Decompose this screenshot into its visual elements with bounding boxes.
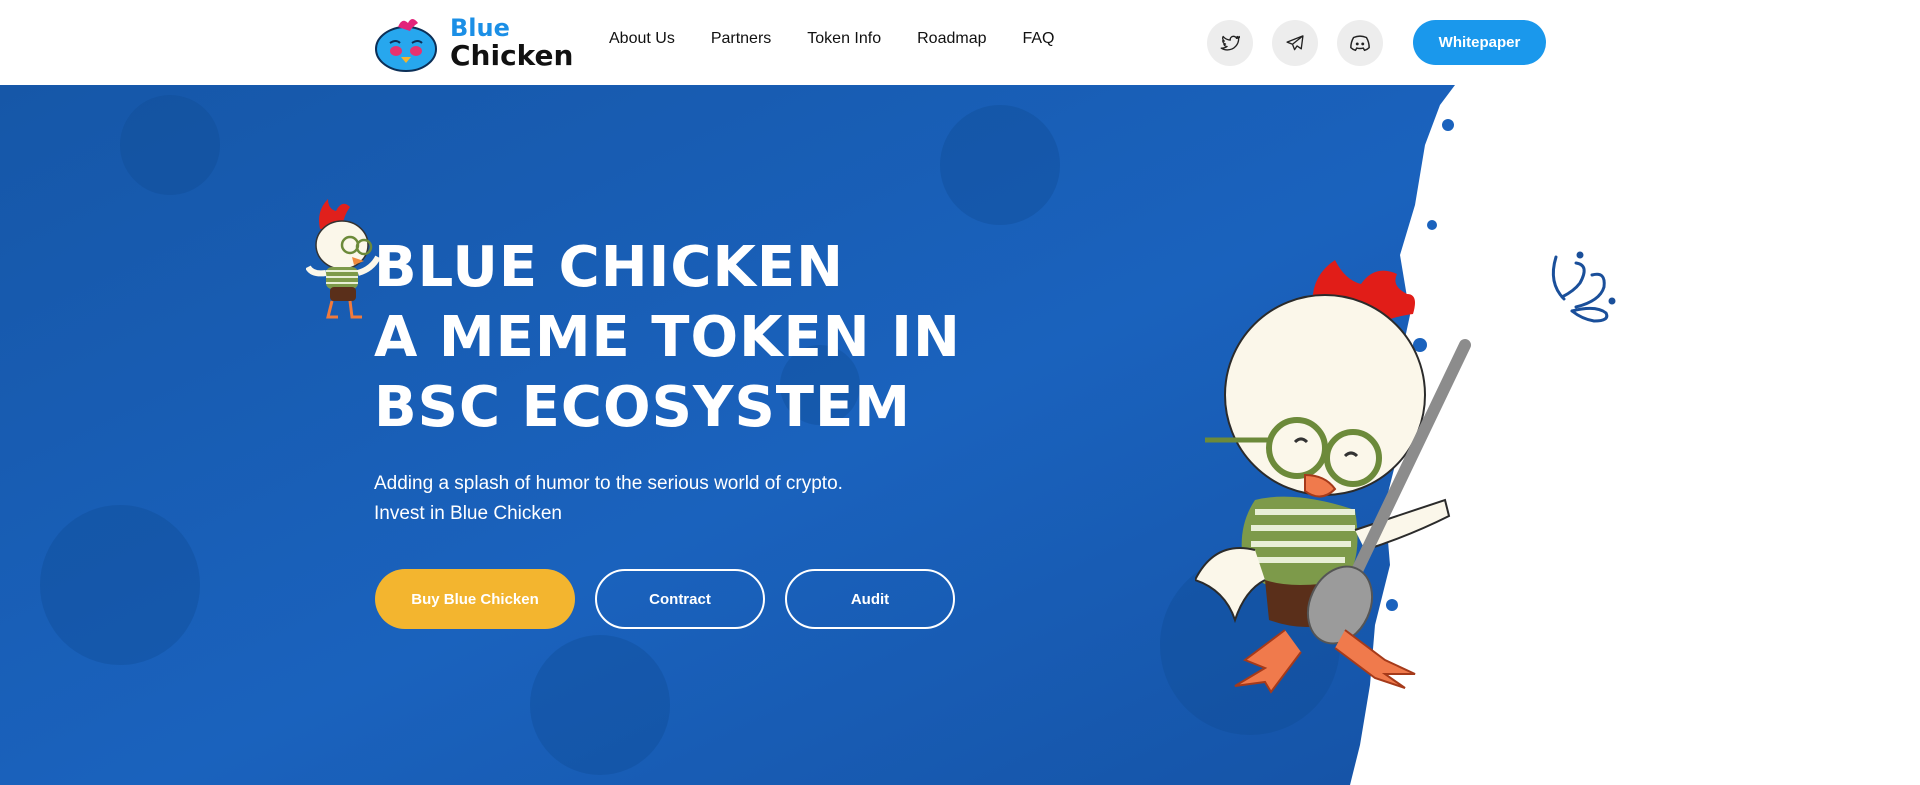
- nav-faq[interactable]: FAQ: [1022, 30, 1054, 48]
- headline-line-2: A MEME TOKEN IN: [374, 305, 961, 370]
- brand-logo[interactable]: Blue Chicken: [374, 12, 573, 74]
- nav-token-info[interactable]: Token Info: [807, 30, 881, 48]
- nav-about-us[interactable]: About Us: [609, 30, 675, 48]
- site-header: Blue Chicken About Us Partners Token Inf…: [0, 0, 1920, 85]
- buy-blue-chicken-button[interactable]: Buy Blue Chicken: [375, 569, 575, 629]
- hero-section: BLUE CHICKEN A MEME TOKEN IN BSC ECOSYST…: [0, 85, 1920, 785]
- headline-line-3: BSC ECOSYSTEM: [374, 375, 911, 440]
- hero-headline: BLUE CHICKEN A MEME TOKEN IN BSC ECOSYST…: [374, 233, 961, 443]
- whitepaper-button[interactable]: Whitepaper: [1413, 20, 1546, 65]
- twitter-button[interactable]: [1207, 20, 1253, 66]
- brand-line1: Blue: [450, 14, 510, 42]
- telegram-icon: [1286, 35, 1304, 51]
- subtitle-line-1: Adding a splash of humor to the serious …: [374, 473, 843, 494]
- audit-button[interactable]: Audit: [785, 569, 955, 629]
- hero-subtitle: Adding a splash of humor to the serious …: [374, 469, 843, 529]
- chicken-mascot-illustration: [1195, 260, 1471, 694]
- main-nav: About Us Partners Token Info Roadmap FAQ: [609, 30, 1091, 48]
- twitter-icon: [1220, 35, 1240, 51]
- nav-roadmap[interactable]: Roadmap: [917, 30, 986, 48]
- brand-line2: Chicken: [450, 39, 574, 72]
- headline-line-1: BLUE CHICKEN: [374, 235, 845, 300]
- nav-partners[interactable]: Partners: [711, 30, 771, 48]
- discord-button[interactable]: [1337, 20, 1383, 66]
- telegram-button[interactable]: [1272, 20, 1318, 66]
- discord-icon: [1350, 35, 1370, 52]
- chicken-logo-icon: [374, 13, 438, 73]
- subtitle-line-2: Invest in Blue Chicken: [374, 503, 562, 524]
- contract-button[interactable]: Contract: [595, 569, 765, 629]
